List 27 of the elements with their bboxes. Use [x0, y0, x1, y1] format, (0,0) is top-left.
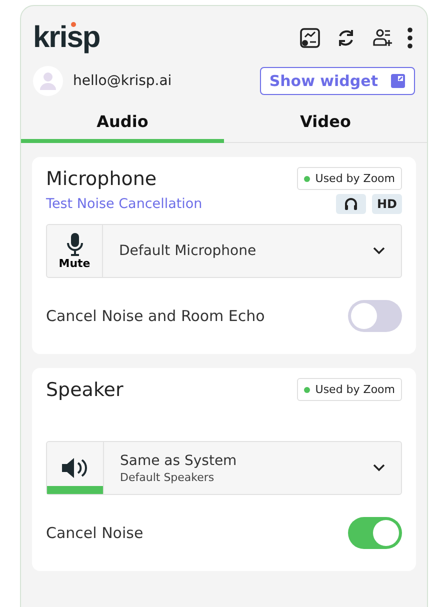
widget-icon	[390, 73, 406, 89]
headphones-badge	[336, 194, 366, 214]
microphone-icon	[66, 232, 82, 256]
add-user-icon[interactable]	[371, 27, 393, 49]
section-title: Microphone	[46, 168, 157, 190]
section-title: Speaker	[46, 378, 124, 400]
more-menu-icon[interactable]	[407, 27, 413, 49]
speaker-icon	[61, 457, 89, 479]
avatar	[33, 66, 63, 96]
test-link[interactable]: Test Noise Cancellation	[46, 196, 202, 212]
hd-badge: HD	[372, 194, 402, 214]
status-badge: Used by Zoom	[297, 378, 402, 401]
mute-button[interactable]: Mute	[47, 225, 103, 277]
toggle-switch[interactable]	[348, 300, 402, 332]
status-badge: Used by Zoom	[297, 167, 402, 190]
chevron-down-icon	[373, 464, 385, 472]
device-dropdown[interactable]: Default Microphone	[103, 225, 401, 277]
account-email: hello@krisp.ai	[73, 73, 172, 89]
chevron-down-icon	[373, 247, 385, 255]
toggle-label: Cancel Noise	[46, 524, 144, 542]
tab[interactable]: Audio	[21, 106, 224, 143]
toggle-label: Cancel Noise and Room Echo	[46, 307, 265, 325]
show-widget-button[interactable]: Show widget	[260, 67, 415, 95]
chart-icon[interactable]	[299, 27, 321, 49]
app-logo: krisp	[33, 23, 100, 53]
toggle-switch[interactable]	[348, 517, 402, 549]
tab[interactable]: Video	[224, 106, 427, 143]
